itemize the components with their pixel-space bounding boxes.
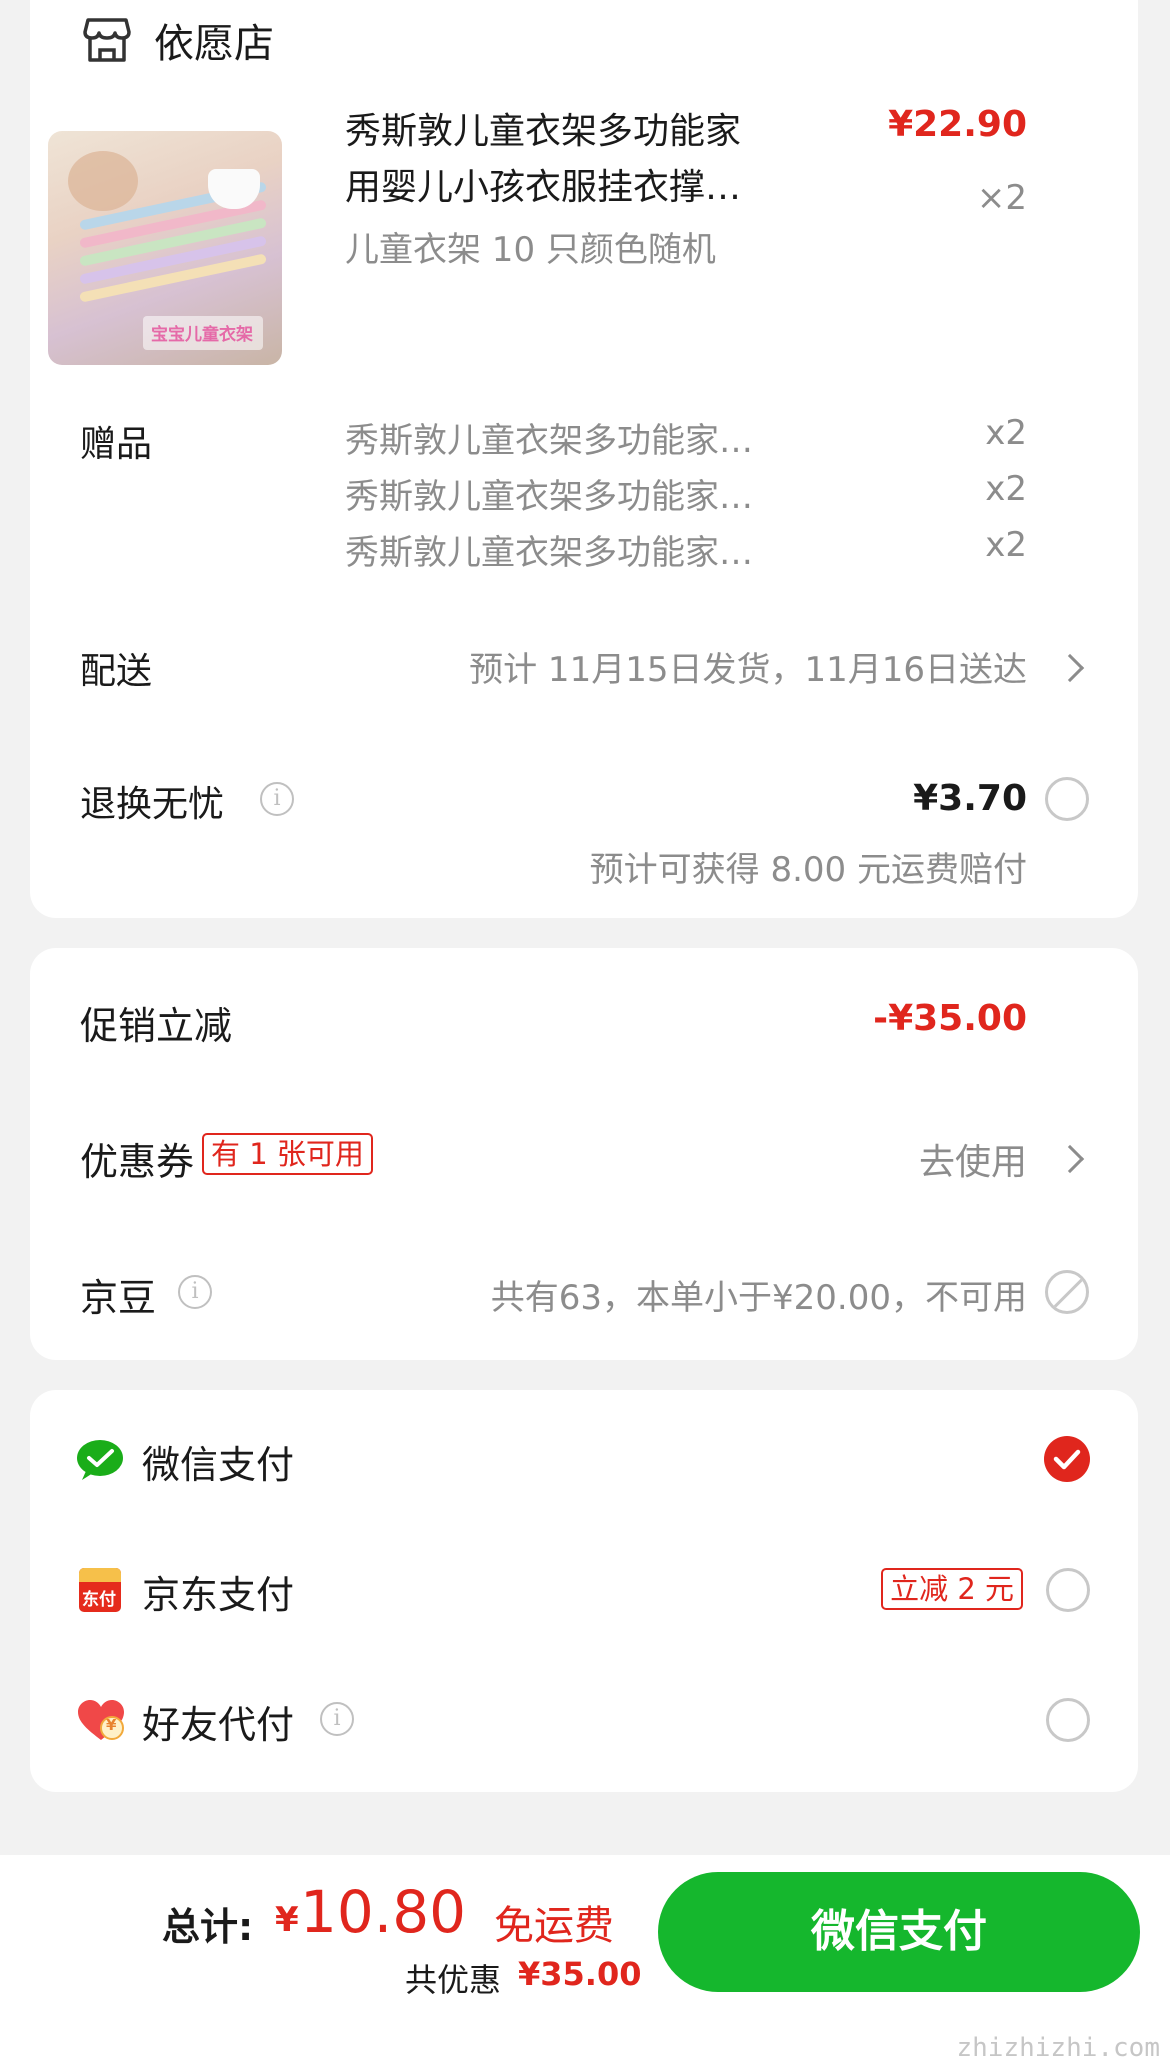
- product-price: ¥22.90: [888, 104, 1027, 145]
- return-insurance-price: ¥3.70: [913, 778, 1027, 819]
- pay-button[interactable]: 微信支付: [658, 1872, 1140, 1992]
- gift-item-name: 秀斯敦儿童衣架多功能家…: [345, 477, 753, 517]
- delivery-label: 配送: [80, 651, 153, 692]
- coupon-action: 去使用: [918, 1142, 1027, 1183]
- total-currency: ¥: [275, 1900, 299, 1940]
- jingdou-value: 共有63，本单小于¥20.00，不可用: [490, 1278, 1027, 1318]
- gifts-label: 赠品: [80, 424, 153, 465]
- coupon-available-badge: 有 1 张可用: [202, 1133, 373, 1175]
- gift-item-qty: x2: [985, 469, 1027, 509]
- info-icon[interactable]: i: [260, 782, 294, 816]
- disabled-icon: [1045, 1270, 1089, 1314]
- payment-option-jd[interactable]: 东付 京东支付 立减 2 元: [76, 1560, 1090, 1620]
- total-label: 总计:: [162, 1905, 254, 1949]
- product-thumbnail-text: 宝宝儿童衣架: [151, 325, 253, 345]
- gift-item-qty: x2: [985, 525, 1027, 565]
- heart-icon: [78, 1700, 124, 1740]
- product-title-line2[interactable]: 用婴儿小孩衣服挂衣撑…: [345, 158, 741, 210]
- chevron-right-icon: [1055, 1144, 1085, 1174]
- gift-item-qty: x2: [985, 413, 1027, 453]
- payment-option-friend[interactable]: ¥ 好友代付 i: [76, 1690, 1090, 1750]
- jd-pay-discount-badge: 立减 2 元: [881, 1568, 1023, 1610]
- promotion-value: -¥35.00: [873, 998, 1027, 1039]
- selected-check-icon: [1044, 1436, 1090, 1482]
- promotion-label: 促销立减: [80, 1004, 233, 1048]
- info-icon[interactable]: i: [320, 1702, 354, 1736]
- shipping-free-label: 免运费: [494, 1903, 614, 1949]
- friend-pay-label: 好友代付: [142, 1703, 295, 1747]
- jingdou-label: 京豆: [80, 1276, 157, 1320]
- store-icon: [83, 18, 131, 62]
- chevron-right-icon: [1055, 653, 1085, 683]
- wechat-pay-label: 微信支付: [142, 1443, 295, 1487]
- jd-pay-icon: 东付: [79, 1568, 121, 1612]
- friend-pay-icon-text: ¥: [106, 1716, 117, 1734]
- gift-item-name: 秀斯敦儿童衣架多功能家…: [345, 533, 753, 573]
- store-name: 依愿店: [154, 21, 274, 67]
- gift-item-name: 秀斯敦儿童衣架多功能家…: [345, 421, 753, 461]
- coupon-row[interactable]: 优惠券 有 1 张可用 去使用: [80, 1127, 1090, 1191]
- watermark: zhizhizhi.com: [956, 2033, 1161, 2063]
- coupon-label: 优惠券: [80, 1140, 195, 1184]
- product-title-line1[interactable]: 秀斯敦儿童衣架多功能家: [345, 102, 741, 154]
- discount-summary-label: 共优惠: [405, 1961, 502, 1999]
- friend-pay-radio: [1046, 1698, 1090, 1742]
- store-header[interactable]: 依愿店: [82, 10, 274, 70]
- return-insurance-note: 预计可获得 8.00 元运费赔付: [589, 850, 1027, 890]
- product-thumbnail[interactable]: 宝宝儿童衣架: [48, 131, 282, 365]
- product-spec: 儿童衣架 10 只颜色随机: [345, 230, 716, 270]
- payment-option-wechat[interactable]: 微信支付: [76, 1430, 1090, 1490]
- wechat-icon: [77, 1440, 123, 1480]
- jd-pay-radio: [1046, 1568, 1090, 1612]
- delivery-row[interactable]: 配送 预计 11月15日发货，11月16日送达: [80, 638, 1090, 698]
- return-insurance-label: 退换无忧: [80, 784, 225, 825]
- jd-pay-icon-text: 东付: [82, 1590, 116, 1610]
- delivery-value: 预计 11月15日发货，11月16日送达: [469, 650, 1027, 690]
- total-amount: 10.80: [300, 1878, 467, 1946]
- return-insurance-radio[interactable]: [1045, 777, 1089, 821]
- product-quantity: ×2: [976, 178, 1027, 218]
- jd-pay-label: 京东支付: [142, 1573, 295, 1617]
- discount-summary-value: ¥35.00: [518, 1955, 642, 1993]
- info-icon[interactable]: i: [178, 1275, 212, 1309]
